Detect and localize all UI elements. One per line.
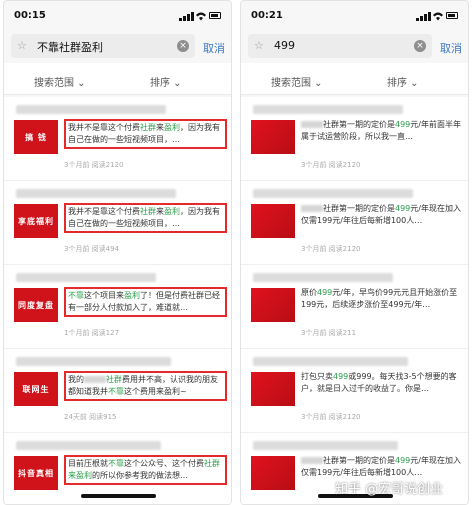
list-item[interactable]: 享底福利 我并不是靠这个付费社群来盈利，因为我有自己在做的一些短视频项目，… 3… bbox=[4, 181, 231, 265]
item-meta: 3个月前 阅读2120 bbox=[301, 413, 361, 421]
cancel-button[interactable]: 取消 bbox=[440, 40, 462, 56]
blurred-title bbox=[16, 273, 156, 282]
search-query: 不靠社群盈利 bbox=[37, 41, 103, 54]
blurred-title bbox=[16, 441, 161, 450]
filter-bar: 搜索范围 ⌄ 排序 ⌄ bbox=[4, 63, 231, 95]
filter-sort[interactable]: 排序 ⌄ bbox=[150, 74, 182, 89]
snippet: 原价499元/年，早鸟价99元元且开始涨价至199元，后续逐步涨价至499元/年… bbox=[301, 288, 458, 309]
result-list: 搞 钱 我并不是靠这个付费社群来盈利，因为我有自己在做的一些短视频项目，… 3个… bbox=[4, 97, 231, 504]
clear-icon[interactable]: × bbox=[414, 40, 426, 52]
snippet: 我的 社群费用并不高，认识我的朋友都知道我并不靠这个费用来盈利~ bbox=[64, 371, 227, 401]
signal-icon bbox=[179, 18, 182, 21]
blurred-title bbox=[253, 105, 403, 114]
filter-scope[interactable]: 搜索范围 ⌄ bbox=[271, 74, 323, 89]
thumbnail bbox=[251, 288, 295, 322]
blurred-title bbox=[16, 189, 176, 198]
search-query: 499 bbox=[274, 39, 295, 52]
list-item[interactable]: 打包只卖499或999。每天找3-5个想要的客户，就是日入过千的收益了。你是… … bbox=[241, 349, 468, 433]
result-list: 社群第一期的定价是499元/年前面半年属于试运营阶段，所以我一直… 3个月前 阅… bbox=[241, 97, 468, 504]
signal-icon bbox=[187, 14, 190, 21]
battery-icon bbox=[209, 12, 221, 19]
thumbnail bbox=[251, 204, 295, 238]
snippet: 目前压根就不靠这个公众号、这个付费社群来盈利的所以你参考我的做法想… bbox=[64, 455, 227, 485]
thumbnail: 联网生 bbox=[14, 372, 58, 406]
filter-scope[interactable]: 搜索范围 ⌄ bbox=[34, 74, 86, 89]
status-icons bbox=[179, 11, 221, 21]
search-row: ☆ 499 × 取消 bbox=[241, 33, 468, 61]
filter-sort[interactable]: 排序 ⌄ bbox=[387, 74, 419, 89]
blurred-title bbox=[253, 273, 393, 282]
item-meta: 3个月前 阅读2120 bbox=[301, 161, 361, 169]
item-meta: 3个月前 阅读2120 bbox=[64, 161, 124, 169]
search-input[interactable]: ☆ 499 × bbox=[248, 34, 432, 58]
phone-left: 00:15 ☆ 不靠社群盈利 × 取消 搜索范围 ⌄ 排序 ⌄ 搞 钱 我并不是… bbox=[3, 0, 232, 505]
blurred-title bbox=[253, 357, 408, 366]
signal-icon bbox=[183, 16, 186, 21]
thumbnail bbox=[251, 456, 295, 490]
blurred-title bbox=[253, 189, 413, 198]
thumbnail: 同度复盘 bbox=[14, 288, 58, 322]
snippet: 我并不是靠这个付费社群来盈利，因为我有自己在做的一些短视频项目，… bbox=[64, 203, 227, 233]
status-time: 00:15 bbox=[14, 10, 46, 21]
wifi-icon bbox=[196, 12, 206, 21]
snippet: 社群第一期的定价是499元/年前面半年属于试运营阶段，所以我一直… bbox=[301, 120, 461, 141]
status-bar: 00:15 bbox=[4, 1, 231, 31]
blurred-title bbox=[253, 441, 398, 450]
status-bar: 00:21 bbox=[241, 1, 468, 31]
signal-icon bbox=[420, 16, 423, 21]
status-time: 00:21 bbox=[251, 10, 283, 21]
item-meta: 3个月前 阅读211 bbox=[301, 329, 357, 337]
filter-bar: 搜索范围 ⌄ 排序 ⌄ bbox=[241, 63, 468, 95]
signal-icon bbox=[424, 14, 427, 21]
thumbnail bbox=[251, 372, 295, 406]
home-indicator bbox=[81, 494, 156, 498]
list-item[interactable]: 社群第一期的定价是499元/年前面半年属于试运营阶段，所以我一直… 3个月前 阅… bbox=[241, 97, 468, 181]
signal-icon bbox=[416, 18, 419, 21]
battery-icon bbox=[446, 12, 458, 19]
blurred-title bbox=[16, 357, 171, 366]
phone-right: 00:21 ☆ 499 × 取消 搜索范围 ⌄ 排序 ⌄ 社群第一期的定价是49… bbox=[240, 0, 469, 505]
list-item[interactable]: 同度复盘 不靠这个项目来盈利了！但是付费社群已经有一部分人付款加入了，难道就… … bbox=[4, 265, 231, 349]
thumbnail: 享底福利 bbox=[14, 204, 58, 238]
snippet: 社群第一期的定价是499元/年现在加入仅需199元/年往后每新增100人… bbox=[301, 456, 461, 477]
snippet: 我并不是靠这个付费社群来盈利，因为我有自己在做的一些短视频项目，… bbox=[64, 119, 227, 149]
snippet: 社群第一期的定价是499元/年现在加入仅需199元/年往后每新增100人… bbox=[301, 204, 461, 225]
thumbnail: 抖音真相 bbox=[14, 456, 58, 490]
list-item[interactable]: 搞 钱 我并不是靠这个付费社群来盈利，因为我有自己在做的一些短视频项目，… 3个… bbox=[4, 97, 231, 181]
item-meta: 1个月前 阅读127 bbox=[64, 329, 120, 337]
snippet: 打包只卖499或999。每天找3-5个想要的客户，就是日入过千的收益了。你是… bbox=[301, 372, 457, 393]
list-item[interactable]: 社群第一期的定价是499元/年现在加入仅需199元/年往后每新增100人… 3个… bbox=[241, 181, 468, 265]
clear-icon[interactable]: × bbox=[177, 40, 189, 52]
wifi-icon bbox=[433, 12, 443, 21]
item-meta: 24天前 阅读915 bbox=[64, 413, 117, 421]
star-icon: ☆ bbox=[17, 39, 27, 52]
snippet: 不靠这个项目来盈利了！但是付费社群已经有一部分人付款加入了，难道就… bbox=[64, 287, 227, 317]
search-input[interactable]: ☆ 不靠社群盈利 × bbox=[11, 34, 195, 58]
signal-icon bbox=[428, 12, 431, 21]
search-row: ☆ 不靠社群盈利 × 取消 bbox=[4, 33, 231, 61]
item-meta: 3个月前 阅读494 bbox=[64, 245, 120, 253]
list-item[interactable]: 原价499元/年，早鸟价99元元且开始涨价至199元，后续逐步涨价至499元/年… bbox=[241, 265, 468, 349]
status-icons bbox=[416, 11, 458, 21]
thumbnail: 搞 钱 bbox=[14, 120, 58, 154]
watermark: 知乎 @宏哥说创业 bbox=[335, 482, 444, 497]
signal-icon bbox=[191, 12, 194, 21]
thumbnail bbox=[251, 120, 295, 154]
list-item[interactable]: 联网生 我的 社群费用并不高，认识我的朋友都知道我并不靠这个费用来盈利~ 24天前… bbox=[4, 349, 231, 433]
item-meta: 3个月前 阅读2120 bbox=[301, 245, 361, 253]
blurred-title bbox=[16, 105, 166, 114]
cancel-button[interactable]: 取消 bbox=[203, 40, 225, 56]
star-icon: ☆ bbox=[254, 39, 264, 52]
